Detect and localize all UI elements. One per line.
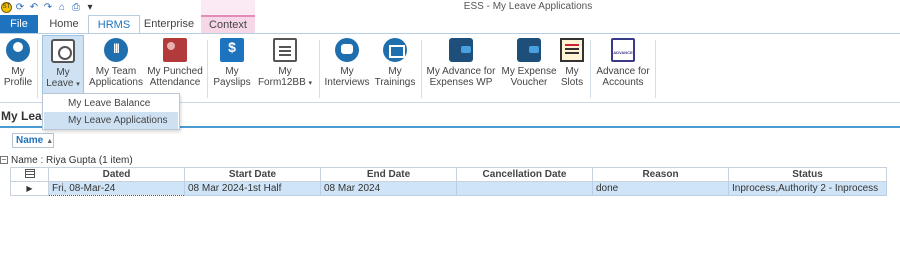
chevron-down-icon: ▾ (308, 80, 313, 87)
ribbon-separator (590, 40, 591, 98)
my-interviews-button[interactable]: My Interviews (324, 35, 370, 101)
column-header-dated[interactable]: Dated (48, 167, 185, 182)
cell-status[interactable]: Inprocess,Authority 2 - Inprocess (728, 181, 887, 196)
ribbon-tabs: File Home HRMS Enterprise Context (0, 0, 900, 33)
menu-item-my-leave-balance[interactable]: My Leave Balance (44, 95, 178, 112)
my-advance-expenses-button[interactable]: My Advance for Expenses WP (425, 35, 497, 101)
ribbon-separator (37, 40, 38, 98)
my-form12bb-button[interactable]: My Form12BB ▾ (256, 35, 314, 101)
my-team-applications-button[interactable]: My Team Applications (87, 35, 145, 101)
cell-cancellation-date[interactable] (456, 181, 593, 196)
table-row[interactable]: ▶ Fri, 08-Mar-24 08 Mar 2024-1st Half 08… (10, 181, 887, 196)
profile-icon (6, 38, 30, 62)
cell-reason[interactable]: done (592, 181, 729, 196)
column-header-end-date[interactable]: End Date (320, 167, 457, 182)
advance-icon (611, 38, 635, 62)
grid-header-row: Dated Start Date End Date Cancellation D… (10, 167, 887, 182)
column-header-status[interactable]: Status (728, 167, 887, 182)
team-icon (104, 38, 128, 62)
cell-end-date[interactable]: 08 Mar 2024 (320, 181, 457, 196)
my-leave-dropdown: My Leave Balance My Leave Applications (42, 93, 180, 130)
payslip-icon (220, 38, 244, 62)
cell-dated[interactable]: Fri, 08-Mar-24 (48, 181, 185, 196)
my-trainings-button[interactable]: My Trainings (373, 35, 417, 101)
my-expense-voucher-button[interactable]: My Expense Voucher (501, 35, 557, 101)
menu-item-my-leave-applications[interactable]: My Leave Applications (44, 112, 178, 129)
groupby-label: Name (16, 135, 44, 146)
chevron-down-icon: ▾ (76, 81, 80, 88)
advance-for-accounts-button[interactable]: Advance for Accounts (595, 35, 651, 101)
training-icon (383, 38, 407, 62)
column-chooser-icon[interactable] (10, 167, 49, 182)
my-leave-button[interactable]: My Leave ▾ (42, 35, 84, 101)
attendance-icon (163, 38, 187, 62)
voucher-icon (517, 38, 541, 62)
cell-start-date[interactable]: 08 Mar 2024-1st Half (184, 181, 321, 196)
form-icon (273, 38, 297, 62)
slots-icon (560, 38, 584, 62)
leave-icon (51, 39, 75, 63)
column-header-cancellation-date[interactable]: Cancellation Date (456, 167, 593, 182)
ribbon-separator (655, 40, 656, 98)
tab-enterprise[interactable]: Enterprise (140, 15, 198, 33)
tab-context[interactable]: Context (201, 15, 255, 33)
my-punched-attendance-button[interactable]: My Punched Attendance (147, 35, 203, 101)
tab-hrms[interactable]: HRMS (88, 15, 140, 33)
collapse-toggle-icon[interactable]: − (0, 156, 8, 165)
group-row: − Name : Riya Gupta (1 item) (0, 155, 133, 166)
sort-ascending-icon[interactable]: ▲ (46, 138, 53, 145)
my-slots-button[interactable]: My Slots (559, 35, 585, 101)
ribbon-separator (421, 40, 422, 98)
context-tab-header (201, 0, 255, 15)
groupby-name-chip[interactable]: Name ▲ (12, 133, 54, 148)
column-header-start-date[interactable]: Start Date (184, 167, 321, 182)
row-indicator-icon[interactable]: ▶ (10, 181, 49, 196)
column-header-reason[interactable]: Reason (592, 167, 729, 182)
tab-home[interactable]: Home (41, 15, 87, 33)
tab-file[interactable]: File (0, 15, 38, 33)
group-label: Name : Riya Gupta (1 item) (11, 155, 133, 166)
window-title: ESS - My Leave Applications (463, 1, 593, 12)
leave-applications-grid: Dated Start Date End Date Cancellation D… (10, 167, 887, 196)
ribbon-separator (319, 40, 320, 98)
interview-icon (335, 38, 359, 62)
ribbon-separator (207, 40, 208, 98)
my-payslips-button[interactable]: My Payslips (212, 35, 252, 101)
my-profile-button[interactable]: My Profile (2, 35, 34, 101)
title-bar: ST ⟳ ↶ ↷ ⌂ ⎙ ▾ ESS - My Leave Applicatio… (0, 0, 900, 15)
wallet-icon (449, 38, 473, 62)
